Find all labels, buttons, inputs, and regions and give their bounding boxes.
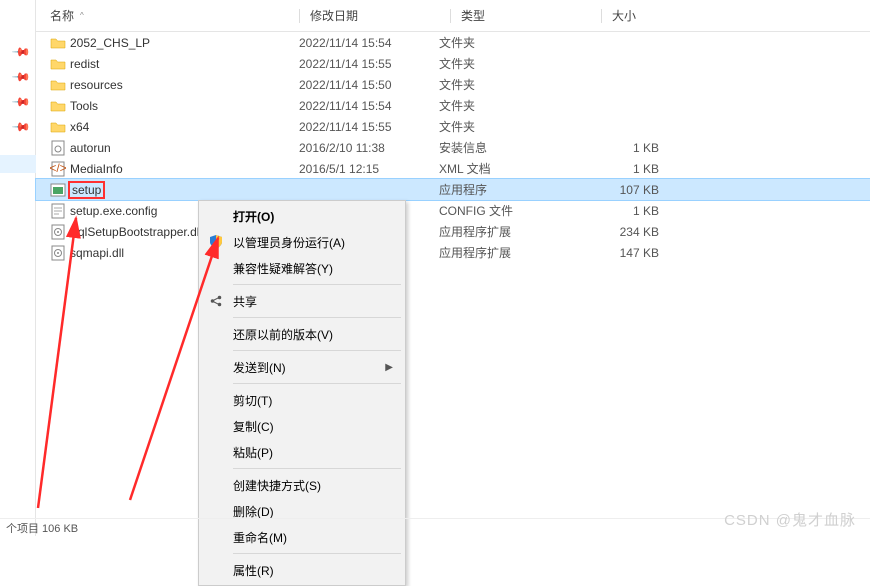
file-row[interactable]: redist 2022/11/14 15:55文件夹 (36, 53, 870, 74)
file-row[interactable]: resources 2022/11/14 15:50文件夹 (36, 74, 870, 95)
chevron-right-icon: ▶ (385, 362, 393, 373)
file-date: 2016/2/10 11:38 (299, 141, 439, 155)
file-icon (50, 203, 66, 219)
file-icon: </> (50, 161, 66, 177)
file-name: autorun (70, 141, 111, 155)
menu-copy[interactable]: 复制(C) (201, 413, 403, 439)
menu-troubleshoot[interactable]: 兼容性疑难解答(Y) (201, 255, 403, 281)
pin-icon: 📌 (11, 92, 31, 112)
file-date: 2022/11/14 15:54 (299, 36, 439, 50)
menu-properties[interactable]: 属性(R) (201, 557, 403, 583)
file-row[interactable]: SqlSetupBootstrapper.dll 应用程序扩展234 KB (36, 221, 870, 242)
column-header-type[interactable]: 类型 (461, 7, 601, 24)
file-type: CONFIG 文件 (439, 202, 579, 219)
file-type: 应用程序扩展 (439, 223, 579, 240)
file-type: 文件夹 (439, 55, 579, 72)
column-header-size[interactable]: 大小 (612, 7, 712, 24)
file-row[interactable]: sqmapi.dll 应用程序扩展147 KB (36, 242, 870, 263)
file-type: 文件夹 (439, 34, 579, 51)
file-size: 147 KB (579, 246, 679, 260)
file-icon (50, 224, 66, 240)
file-name: Tools (70, 99, 98, 113)
file-size: 234 KB (579, 225, 679, 239)
file-type: 文件夹 (439, 118, 579, 135)
file-size: 1 KB (579, 204, 679, 218)
menu-share[interactable]: 共享 (201, 288, 403, 314)
pin-icon: 📌 (11, 42, 31, 62)
file-date: 2016/5/1 12:15 (299, 162, 439, 176)
file-name: setup (68, 181, 105, 199)
file-name: resources (70, 78, 123, 92)
file-row[interactable]: x64 2022/11/14 15:55文件夹 (36, 116, 870, 137)
file-row[interactable]: autorun 2016/2/10 11:38安装信息1 KB (36, 137, 870, 158)
file-type: XML 文档 (439, 160, 579, 177)
file-date: 2022/11/14 15:55 (299, 57, 439, 71)
file-type: 文件夹 (439, 97, 579, 114)
folder-icon (50, 119, 66, 135)
pin-icon: 📌 (11, 67, 31, 87)
file-name: redist (70, 57, 99, 71)
column-header-date[interactable]: 修改日期 (310, 7, 450, 24)
sort-indicator-icon: ^ (80, 11, 84, 20)
file-name: x64 (70, 120, 89, 134)
shield-icon (207, 233, 225, 251)
column-header-name[interactable]: 名称^ (36, 7, 299, 24)
file-row[interactable]: Tools 2022/11/14 15:54文件夹 (36, 95, 870, 116)
file-name: setup.exe.config (70, 204, 157, 218)
file-type: 应用程序扩展 (439, 244, 579, 261)
folder-icon (50, 56, 66, 72)
folder-icon (50, 98, 66, 114)
file-icon (50, 140, 66, 156)
file-date: 2022/11/14 15:50 (299, 78, 439, 92)
file-row[interactable]: 2052_CHS_LP 2022/11/14 15:54文件夹 (36, 32, 870, 53)
menu-send-to[interactable]: 发送到(N)▶ (201, 354, 403, 380)
file-type: 安装信息 (439, 139, 579, 156)
quick-access-sidebar: 📌 📌 📌 📌 (0, 0, 36, 536)
file-row[interactable]: </> MediaInfo 2016/5/1 12:15XML 文档1 KB (36, 158, 870, 179)
file-icon (50, 245, 66, 261)
file-row[interactable]: setup 应用程序107 KB (36, 179, 870, 200)
column-header-row: 名称^ 修改日期 类型 大小 (36, 0, 870, 32)
file-row[interactable]: setup.exe.config CONFIG 文件1 KB (36, 200, 870, 221)
watermark: CSDN @鬼才血脉 (724, 509, 856, 530)
file-size: 1 KB (579, 162, 679, 176)
file-date: 2022/11/14 15:55 (299, 120, 439, 134)
file-name: MediaInfo (70, 162, 123, 176)
menu-cut[interactable]: 剪切(T) (201, 387, 403, 413)
file-size: 107 KB (579, 183, 679, 197)
menu-shortcut[interactable]: 创建快捷方式(S) (201, 472, 403, 498)
svg-text:</>: </> (50, 161, 66, 175)
sidebar-selection (0, 155, 36, 173)
file-date: 2022/11/14 15:54 (299, 99, 439, 113)
menu-paste[interactable]: 粘贴(P) (201, 439, 403, 465)
share-icon (207, 292, 225, 310)
file-name: 2052_CHS_LP (70, 36, 150, 50)
menu-open[interactable]: 打开(O) (201, 203, 403, 229)
menu-run-as-admin[interactable]: 以管理员身份运行(A) (201, 229, 403, 255)
file-size: 1 KB (579, 141, 679, 155)
file-name: SqlSetupBootstrapper.dll (70, 225, 202, 239)
folder-icon (50, 77, 66, 93)
file-type: 文件夹 (439, 76, 579, 93)
file-name: sqmapi.dll (70, 246, 124, 260)
menu-restore[interactable]: 还原以前的版本(V) (201, 321, 403, 347)
file-icon (50, 182, 66, 198)
pin-icon: 📌 (11, 117, 31, 137)
folder-icon (50, 35, 66, 51)
file-type: 应用程序 (439, 181, 579, 198)
